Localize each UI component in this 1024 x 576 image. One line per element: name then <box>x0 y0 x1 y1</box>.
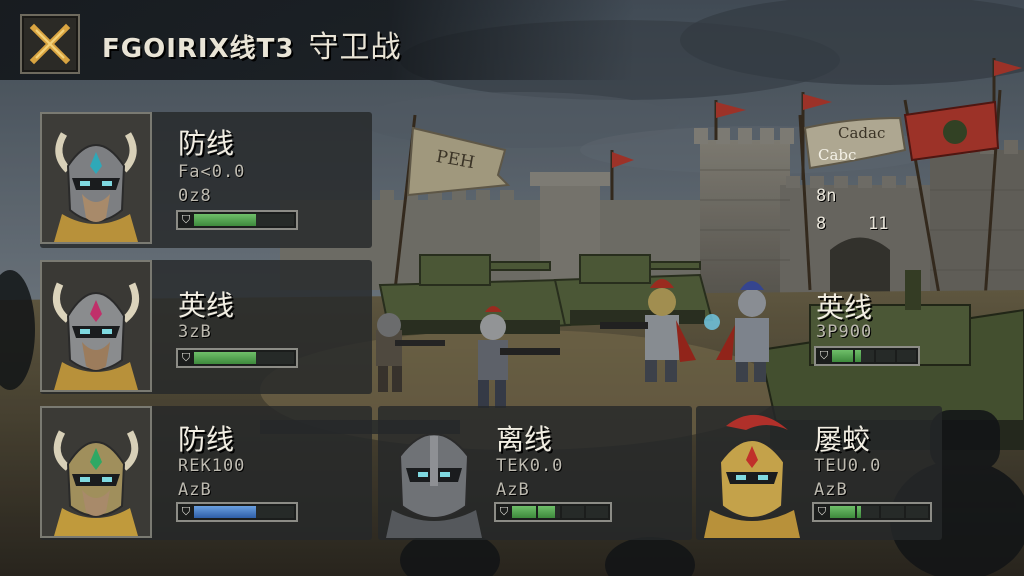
unit-portrait <box>378 406 490 538</box>
game-title: FGOIRIX线T3 守卫战 <box>102 22 401 66</box>
shield-icon: ⛉ <box>819 349 829 362</box>
unit-stat-primary: 3zB <box>178 322 212 342</box>
unit-hp-bar: ⛉ <box>176 348 298 368</box>
unit-portrait <box>696 406 808 538</box>
unit-card[interactable]: 离线 TEK0.0 AzB ⛉ <box>378 406 692 540</box>
unit-name: 离线 <box>496 423 553 456</box>
tower-readout-left: 8 <box>816 214 827 234</box>
unit-hp-bar: ⛉ <box>176 210 298 230</box>
horned-knight-icon <box>42 114 150 242</box>
horned-knight-icon <box>42 408 150 536</box>
game-screen: PEH Cadac Cabc 8n 8 11 FGOIRIX线T3 守卫战 防线… <box>0 0 1024 576</box>
unit-stat-secondary: AzB <box>496 480 530 500</box>
title-latin: FGOIRIX线T3 <box>102 34 295 64</box>
unit-card[interactable]: 防线 Fa<0.0 0z8 ⛉ <box>40 112 372 248</box>
flag-right-subtext: Cabc <box>818 146 857 164</box>
unit-stat-secondary: 0z8 <box>178 186 212 206</box>
enemy-unit-stat: 3P900 <box>816 322 873 342</box>
unit-name: 屡蛟 <box>814 423 871 456</box>
horned-knight-icon <box>42 262 150 390</box>
unit-card[interactable]: 屡蛟 TEU0.0 AzB ⛉ <box>696 406 942 540</box>
unit-card[interactable]: 防线 REK100 AzB ⛉ <box>40 406 372 540</box>
unit-stat-primary: TEK0.0 <box>496 456 564 476</box>
enemy-unit-name: 英线 <box>816 291 873 324</box>
unit-portrait <box>40 112 152 244</box>
shield-icon: ⛉ <box>499 505 509 518</box>
crossed-swords-icon <box>29 23 71 65</box>
unit-stat-primary: Fa<0.0 <box>178 162 246 182</box>
unit-name: 英线 <box>178 289 235 322</box>
shield-icon: ⛉ <box>817 505 827 518</box>
helmet-soldier-icon <box>386 433 482 538</box>
unit-stat-secondary: AzB <box>178 480 212 500</box>
unit-portrait <box>40 406 152 538</box>
unit-stat-primary: TEU0.0 <box>814 456 882 476</box>
unit-hp-bar: ⛉ <box>176 502 298 522</box>
shield-icon: ⛉ <box>181 213 191 226</box>
unit-stat-primary: REK100 <box>178 456 246 476</box>
top-bar: FGOIRIX线T3 守卫战 <box>0 0 1024 80</box>
unit-portrait <box>40 260 152 392</box>
tower-readout-right: 11 <box>868 214 889 234</box>
unit-name: 防线 <box>178 127 235 160</box>
shield-icon: ⛉ <box>181 505 191 518</box>
unit-card[interactable]: 英线 3zB ⛉ <box>40 260 372 394</box>
unit-name: 防线 <box>178 423 235 456</box>
close-menu-button[interactable] <box>20 14 80 74</box>
enemy-unit-hp-bar: ⛉ <box>814 346 920 366</box>
flag-right-text: Cadac <box>838 124 886 142</box>
unit-hp-bar: ⛉ <box>812 502 932 522</box>
unit-stat-secondary: AzB <box>814 480 848 500</box>
spartan-helmet-icon <box>704 414 800 538</box>
unit-hp-bar: ⛉ <box>494 502 612 522</box>
title-cjk: 守卫战 <box>308 30 402 65</box>
shield-icon: ⛉ <box>181 351 191 364</box>
tower-readout-top: 8n <box>816 186 837 206</box>
